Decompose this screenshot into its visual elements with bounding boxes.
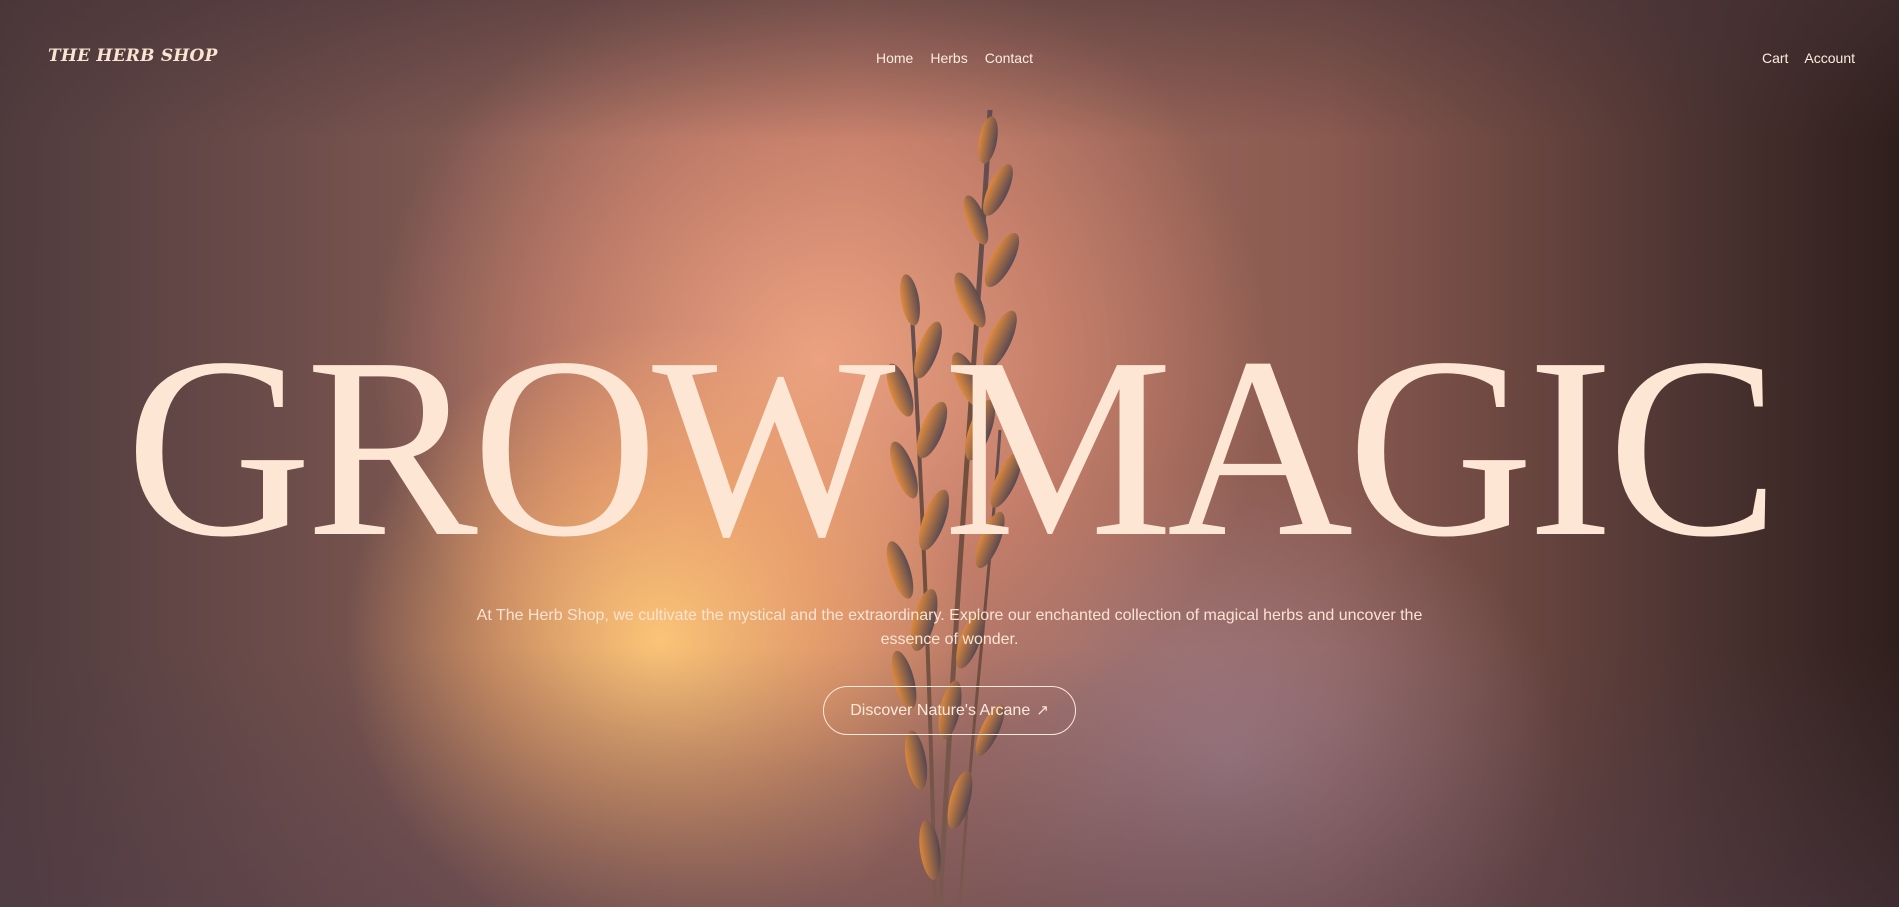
arrow-up-right-icon: ↗ xyxy=(1036,702,1049,719)
nav-link-account[interactable]: Account xyxy=(1804,50,1855,66)
nav-link-cart[interactable]: Cart xyxy=(1762,50,1788,66)
hero-description: At The Herb Shop, we cultivate the mysti… xyxy=(476,607,1423,648)
site-header: THE HERB SHOP Home Herbs Contact Cart Ac… xyxy=(0,0,1899,116)
nav-link-herbs[interactable]: Herbs xyxy=(930,50,967,66)
main-nav: Home Herbs Contact xyxy=(876,50,1033,66)
site-logo[interactable]: THE HERB SHOP xyxy=(48,46,218,66)
discover-button-label: Discover Nature's Arcane xyxy=(850,701,1031,719)
hero-title: GROW MAGIC xyxy=(125,304,1779,590)
discover-button[interactable]: Discover Nature's Arcane ↗ xyxy=(823,686,1076,735)
nav-link-contact[interactable]: Contact xyxy=(985,50,1033,66)
nav-link-home[interactable]: Home xyxy=(876,50,913,66)
account-nav: Cart Account xyxy=(1762,50,1855,66)
